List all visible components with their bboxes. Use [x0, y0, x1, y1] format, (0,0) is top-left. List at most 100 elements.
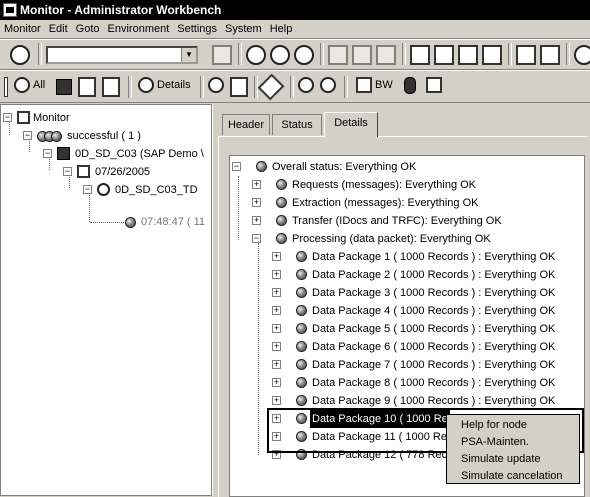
menu-environment[interactable]: Environment	[104, 20, 174, 38]
toolbar-separator	[344, 76, 348, 98]
save-icon[interactable]	[212, 45, 232, 65]
menu-system[interactable]: System	[221, 20, 266, 38]
status-light-icon	[51, 131, 62, 142]
collapse-icon[interactable]: −	[3, 113, 12, 122]
refresh-icon[interactable]	[14, 77, 30, 93]
diamond-icon[interactable]	[257, 73, 285, 101]
status-light-icon	[296, 413, 307, 424]
collapse-icon[interactable]: −	[83, 185, 92, 194]
window-title: Monitor - Administrator Workbench	[20, 3, 222, 17]
expand-icon[interactable]: +	[252, 180, 261, 189]
tree-line	[89, 192, 90, 222]
tab-header[interactable]: Header	[222, 114, 270, 135]
status-light-icon	[296, 449, 307, 460]
expand-icon[interactable]: +	[272, 396, 281, 405]
menu-edit[interactable]: Edit	[45, 20, 72, 38]
calendar-icon	[77, 165, 90, 178]
menu-bar: Monitor Edit Goto Environment Settings System…	[0, 20, 590, 39]
settings-icon[interactable]	[298, 77, 314, 93]
enter-check-icon[interactable]	[10, 45, 30, 65]
collapse-icon[interactable]: −	[43, 149, 52, 158]
command-dropdown-icon[interactable]: ▼	[181, 48, 196, 62]
collapse-icon[interactable]: −	[23, 131, 32, 140]
menu-settings[interactable]: Settings	[173, 20, 221, 38]
bowtie-icon[interactable]	[230, 77, 248, 97]
find-icon[interactable]	[352, 45, 372, 65]
expand-icon[interactable]: +	[272, 288, 281, 297]
tab-strip: Header Status Details	[218, 112, 590, 137]
filter-icon[interactable]	[56, 79, 72, 95]
hierarchy-icon[interactable]	[78, 77, 96, 97]
cancel-icon[interactable]	[294, 45, 314, 65]
status-light-icon	[256, 161, 267, 172]
tree-line	[90, 222, 126, 223]
toolbar-grip	[4, 77, 8, 97]
expand-icon[interactable]: +	[272, 324, 281, 333]
expand-icon[interactable]: +	[252, 216, 261, 225]
menu-item-psa-mainten[interactable]: PSA-Mainten.	[447, 434, 579, 451]
tab-status[interactable]: Status	[272, 114, 322, 135]
back-icon[interactable]	[246, 45, 266, 65]
menu-item-simulate-update[interactable]: Simulate update	[447, 451, 579, 468]
monitor-icon	[17, 111, 30, 124]
status-light-icon	[296, 251, 307, 262]
previous-page-icon[interactable]	[434, 45, 454, 65]
status-light-icon	[276, 233, 287, 244]
expand-icon[interactable]: +	[272, 342, 281, 351]
toolbar-separator	[128, 76, 132, 98]
create-session-icon[interactable]	[516, 45, 536, 65]
status-light-icon	[296, 305, 307, 316]
toolbar-separator	[566, 43, 570, 65]
expand-icon[interactable]: +	[272, 432, 281, 441]
collapse-icon[interactable]: −	[63, 167, 72, 176]
selected-node-label: Data Package 10 ( 1000 Re	[310, 410, 450, 428]
toolbar-separator	[402, 43, 406, 65]
help-icon[interactable]	[574, 45, 590, 65]
tree-line	[258, 243, 259, 455]
standard-toolbar: ▼	[0, 39, 590, 70]
find-next-icon[interactable]	[376, 45, 396, 65]
exit-icon[interactable]	[270, 45, 290, 65]
expand-icon[interactable]: +	[272, 252, 281, 261]
status-light-icon	[296, 395, 307, 406]
bw-button-label[interactable]: BW	[375, 75, 393, 95]
next-page-icon[interactable]	[458, 45, 478, 65]
last-page-icon[interactable]	[482, 45, 502, 65]
first-page-icon[interactable]	[410, 45, 430, 65]
collapse-icon[interactable]: −	[252, 234, 261, 243]
gears-icon[interactable]	[320, 77, 336, 93]
expand-icon[interactable]: +	[252, 198, 261, 207]
expand-icon[interactable]: +	[272, 306, 281, 315]
all-button-label[interactable]: All	[33, 75, 45, 95]
details-refresh-icon[interactable]	[138, 77, 154, 93]
status-light-icon	[296, 323, 307, 334]
expand-icon[interactable]: +	[272, 450, 281, 459]
shortcut-icon[interactable]	[540, 45, 560, 65]
toolbar-separator	[200, 76, 204, 98]
toolbar-separator	[238, 43, 242, 65]
expand-icon[interactable]: +	[272, 414, 281, 423]
expand-icon[interactable]: +	[272, 378, 281, 387]
tree-line	[238, 176, 239, 240]
status-light-icon	[296, 287, 307, 298]
menu-help[interactable]: Help	[266, 20, 297, 38]
tab-details[interactable]: Details	[324, 112, 378, 137]
menu-item-help-for-node[interactable]: Help for node	[447, 417, 579, 434]
status-light-icon	[276, 197, 287, 208]
list-icon[interactable]	[102, 77, 120, 97]
collapse-icon[interactable]: −	[232, 162, 241, 171]
wand-icon[interactable]	[208, 77, 224, 93]
expand-icon[interactable]: +	[272, 360, 281, 369]
menu-goto[interactable]: Goto	[72, 20, 104, 38]
menu-monitor[interactable]: Monitor	[0, 20, 45, 38]
status-light-icon	[296, 431, 307, 442]
system-menu-icon[interactable]	[3, 3, 17, 17]
menu-item-simulate-cancelation[interactable]: Simulate cancelation	[447, 468, 579, 485]
database-icon[interactable]	[404, 77, 416, 94]
details-button-label[interactable]: Details	[157, 75, 191, 95]
network-icon[interactable]	[356, 77, 372, 93]
print-icon[interactable]	[328, 45, 348, 65]
command-field[interactable]: ▼	[46, 46, 198, 64]
expand-icon[interactable]: +	[272, 270, 281, 279]
config-icon[interactable]	[426, 77, 442, 93]
